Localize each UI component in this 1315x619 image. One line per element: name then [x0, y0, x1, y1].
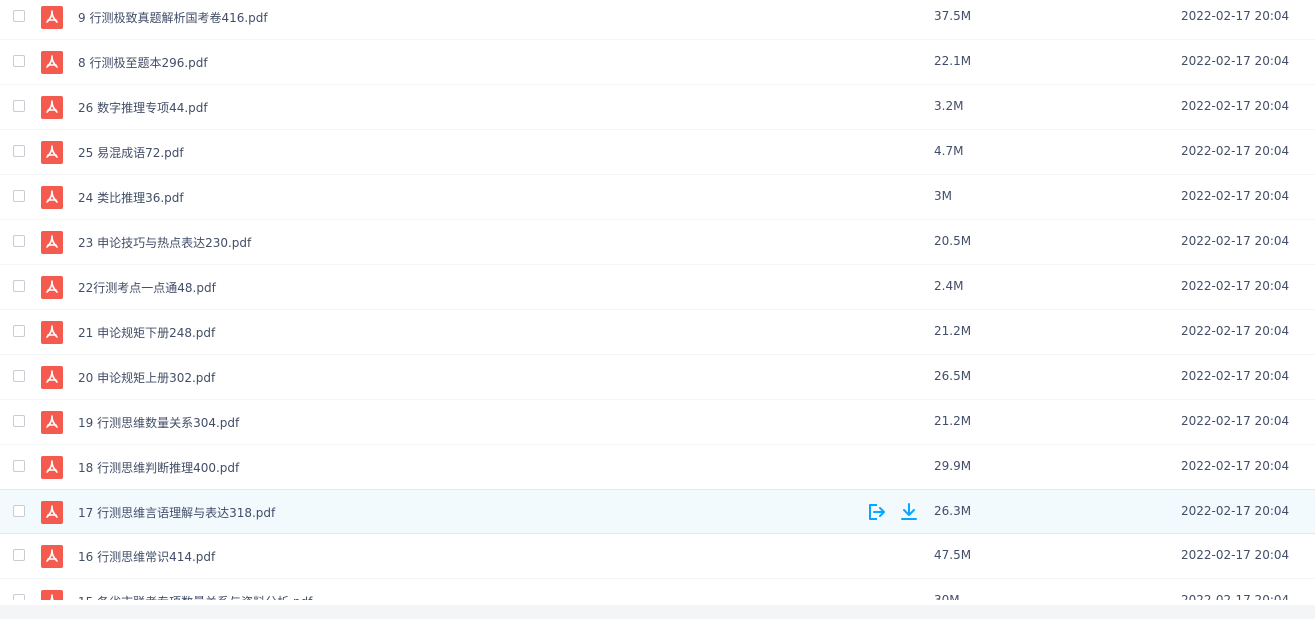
file-name-link[interactable]: 25 易混成语72.pdf	[78, 144, 184, 161]
file-name-link[interactable]: 17 行测思维言语理解与表达318.pdf	[78, 504, 275, 521]
row-checkbox[interactable]	[13, 55, 25, 67]
file-size: 26.5M	[934, 369, 972, 383]
file-row[interactable]: 21 申论规矩下册248.pdf 21.2M 2022-02-17 20:04	[0, 310, 1315, 355]
file-modified-date: 2022-02-17 20:04	[1181, 54, 1290, 68]
row-checkbox[interactable]	[13, 370, 25, 382]
file-name-link[interactable]: 16 行测思维常识414.pdf	[78, 548, 215, 565]
file-row[interactable]: 24 类比推理36.pdf 3M 2022-02-17 20:04	[0, 175, 1315, 220]
row-checkbox[interactable]	[13, 594, 25, 600]
download-icon[interactable]	[899, 502, 919, 522]
pdf-file-icon	[41, 545, 63, 568]
share-icon[interactable]	[866, 502, 886, 522]
file-size: 21.2M	[934, 414, 972, 428]
row-checkbox[interactable]	[13, 10, 25, 22]
file-size: 22.1M	[934, 54, 972, 68]
file-size: 3M	[934, 189, 952, 203]
file-row[interactable]: 17 行测思维言语理解与表达318.pdf 26.3M 2022-02-17 20:…	[0, 489, 1315, 534]
pdf-file-icon	[41, 411, 63, 434]
horizontal-scrollbar-track[interactable]	[0, 605, 1315, 619]
file-row[interactable]: 8 行测极至题本296.pdf 22.1M 2022-02-17 20:04	[0, 40, 1315, 85]
file-modified-date: 2022-02-17 20:04	[1181, 189, 1290, 203]
pdf-file-icon	[41, 321, 63, 344]
file-row[interactable]: 26 数字推理专项44.pdf 3.2M 2022-02-17 20:04	[0, 85, 1315, 130]
file-modified-date: 2022-02-17 20:04	[1181, 99, 1290, 113]
file-name-link[interactable]: 24 类比推理36.pdf	[78, 189, 184, 206]
file-modified-date: 2022-02-17 20:04	[1181, 548, 1290, 562]
row-checkbox[interactable]	[13, 280, 25, 292]
file-row[interactable]: 23 申论技巧与热点表达230.pdf 20.5M 2022-02-17 20:04	[0, 220, 1315, 265]
row-checkbox[interactable]	[13, 505, 25, 517]
file-modified-date: 2022-02-17 20:04	[1181, 593, 1290, 600]
row-checkbox[interactable]	[13, 549, 25, 561]
row-checkbox[interactable]	[13, 235, 25, 247]
file-name-link[interactable]: 8 行测极至题本296.pdf	[78, 54, 208, 71]
file-size: 20.5M	[934, 234, 972, 248]
file-modified-date: 2022-02-17 20:04	[1181, 9, 1290, 23]
file-modified-date: 2022-02-17 20:04	[1181, 459, 1290, 473]
file-row[interactable]: 9 行测极致真题解析国考卷416.pdf 37.5M 2022-02-17 20:0…	[0, 0, 1315, 40]
file-row[interactable]: 19 行测思维数量关系304.pdf 21.2M 2022-02-17 20:04	[0, 400, 1315, 445]
pdf-file-icon	[41, 96, 63, 119]
file-modified-date: 2022-02-17 20:04	[1181, 414, 1290, 428]
pdf-file-icon	[41, 231, 63, 254]
file-modified-date: 2022-02-17 20:04	[1181, 144, 1290, 158]
file-row[interactable]: 22行测考点一点通48.pdf 2.4M 2022-02-17 20:04	[0, 265, 1315, 310]
pdf-file-icon	[41, 6, 63, 29]
file-modified-date: 2022-02-17 20:04	[1181, 279, 1290, 293]
file-size: 30M	[934, 593, 960, 600]
file-name-link[interactable]: 19 行测思维数量关系304.pdf	[78, 414, 239, 431]
file-name-link[interactable]: 26 数字推理专项44.pdf	[78, 99, 208, 116]
row-checkbox[interactable]	[13, 145, 25, 157]
file-size: 29.9M	[934, 459, 972, 473]
file-size: 47.5M	[934, 548, 972, 562]
row-checkbox[interactable]	[13, 325, 25, 337]
file-list: 9 行测极致真题解析国考卷416.pdf 37.5M 2022-02-17 20:0…	[0, 0, 1315, 600]
file-row[interactable]: 18 行测思维判断推理400.pdf 29.9M 2022-02-17 20:04	[0, 445, 1315, 490]
pdf-file-icon	[41, 141, 63, 164]
file-row[interactable]: 20 申论规矩上册302.pdf 26.5M 2022-02-17 20:04	[0, 355, 1315, 400]
file-name-link[interactable]: 18 行测思维判断推理400.pdf	[78, 459, 239, 476]
pdf-file-icon	[41, 366, 63, 389]
file-name-link[interactable]: 22行测考点一点通48.pdf	[78, 279, 216, 296]
file-size: 37.5M	[934, 9, 972, 23]
file-name-link[interactable]: 20 申论规矩上册302.pdf	[78, 369, 215, 386]
pdf-file-icon	[41, 501, 63, 524]
file-modified-date: 2022-02-17 20:04	[1181, 234, 1290, 248]
file-name-link[interactable]: 21 申论规矩下册248.pdf	[78, 324, 215, 341]
file-row[interactable]: 25 易混成语72.pdf 4.7M 2022-02-17 20:04	[0, 130, 1315, 175]
file-modified-date: 2022-02-17 20:04	[1181, 504, 1290, 518]
file-size: 2.4M	[934, 279, 964, 293]
file-row[interactable]: 15 各省市联考专项数量关系与资料分析.pdf 30M 2022-02-17 20:…	[0, 579, 1315, 600]
pdf-file-icon	[41, 186, 63, 209]
row-checkbox[interactable]	[13, 100, 25, 112]
file-size: 21.2M	[934, 324, 972, 338]
pdf-file-icon	[41, 276, 63, 299]
row-checkbox[interactable]	[13, 190, 25, 202]
file-size: 4.7M	[934, 144, 964, 158]
file-size: 26.3M	[934, 504, 972, 518]
pdf-file-icon	[41, 590, 63, 600]
file-row[interactable]: 16 行测思维常识414.pdf 47.5M 2022-02-17 20:04	[0, 534, 1315, 579]
pdf-file-icon	[41, 456, 63, 479]
file-size: 3.2M	[934, 99, 964, 113]
file-modified-date: 2022-02-17 20:04	[1181, 324, 1290, 338]
pdf-file-icon	[41, 51, 63, 74]
row-checkbox[interactable]	[13, 460, 25, 472]
file-name-link[interactable]: 15 各省市联考专项数量关系与资料分析.pdf	[78, 593, 312, 600]
row-checkbox[interactable]	[13, 415, 25, 427]
file-modified-date: 2022-02-17 20:04	[1181, 369, 1290, 383]
file-name-link[interactable]: 9 行测极致真题解析国考卷416.pdf	[78, 9, 268, 26]
file-name-link[interactable]: 23 申论技巧与热点表达230.pdf	[78, 234, 251, 251]
